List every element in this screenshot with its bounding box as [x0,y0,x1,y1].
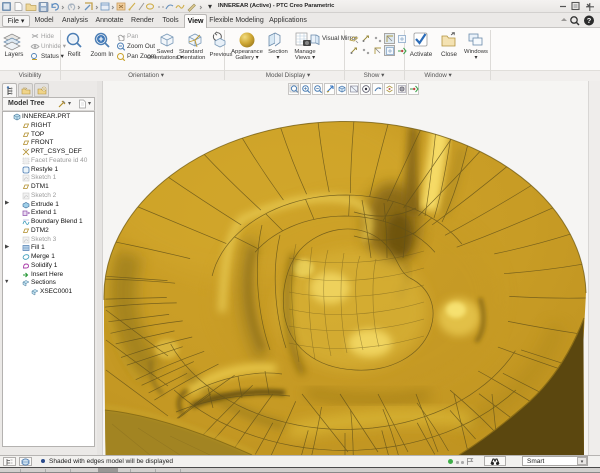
svg-text:?: ? [587,16,592,25]
